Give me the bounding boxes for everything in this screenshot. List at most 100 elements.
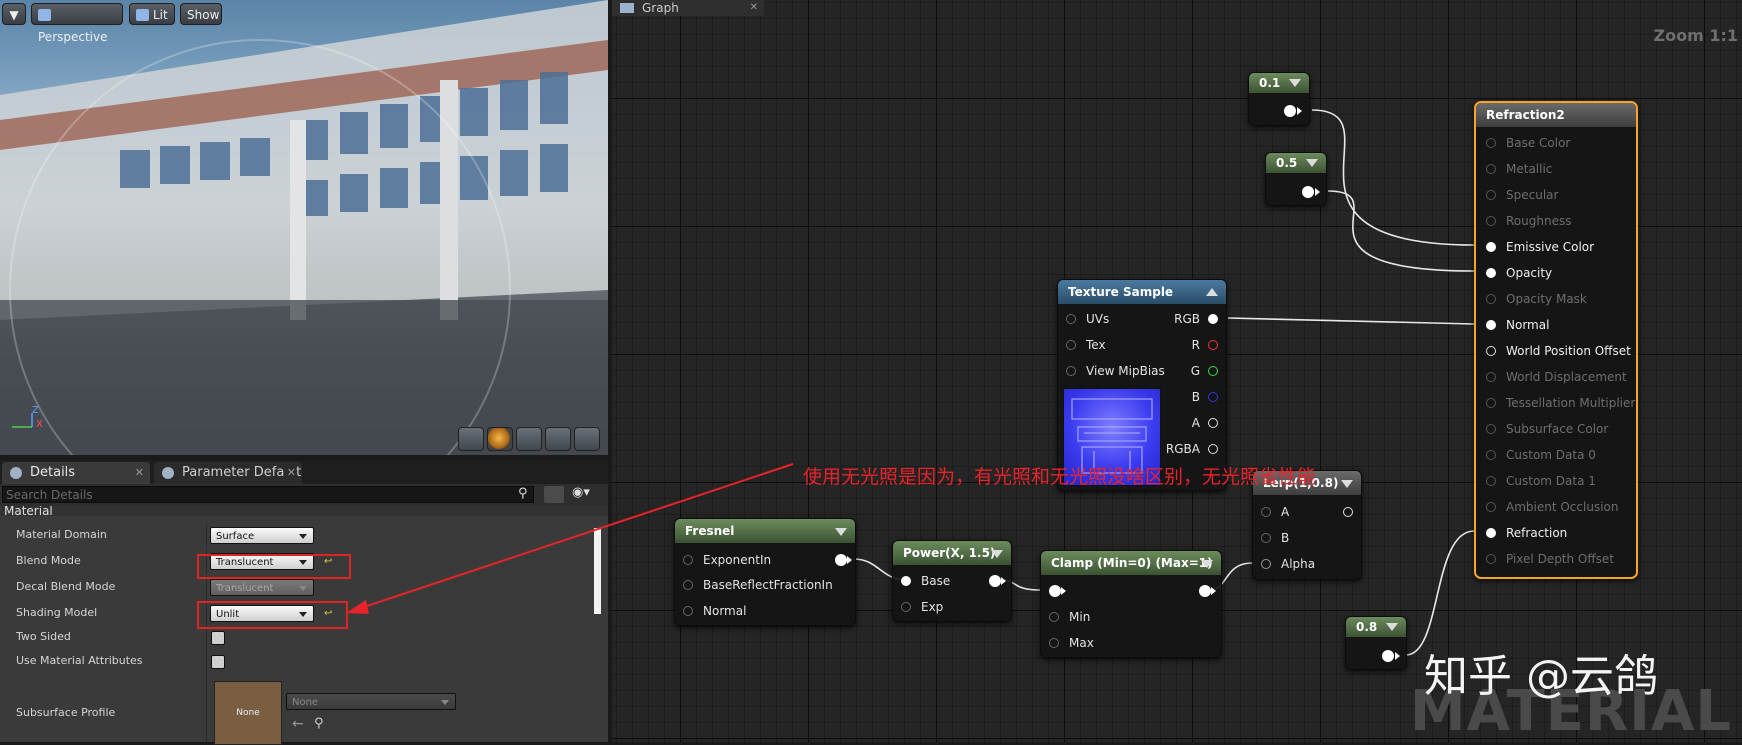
output-arrow-icon xyxy=(1315,188,1320,196)
custom-mesh-preview-icon[interactable] xyxy=(574,427,600,451)
details-scrollbar[interactable] xyxy=(594,528,601,614)
result-pin-custom-data-0[interactable]: Custom Data 0 xyxy=(1486,448,1596,462)
result-pin-opacity-mask[interactable]: Opacity Mask xyxy=(1486,292,1587,306)
constant-node-0-1[interactable]: 0.1 xyxy=(1248,72,1310,126)
output-pin[interactable] xyxy=(1199,585,1211,597)
tab-details[interactable]: Details ✕ xyxy=(2,462,150,484)
details-tabbar: Details ✕ Parameter Defaults ✕ xyxy=(0,460,608,484)
close-icon[interactable]: ✕ xyxy=(283,462,296,484)
category-material[interactable]: Material xyxy=(0,506,608,516)
clamp-node[interactable]: Clamp (Min=0) (Max=1) Min Max xyxy=(1040,550,1222,658)
g-output-pin[interactable]: G xyxy=(1191,364,1218,378)
collapse-icon[interactable] xyxy=(1201,560,1213,568)
result-pin-custom-data-1[interactable]: Custom Data 1 xyxy=(1486,474,1596,488)
lit-button[interactable]: Lit xyxy=(129,3,175,25)
collapse-icon[interactable] xyxy=(1289,79,1301,87)
result-pin-ambient-occlusion[interactable]: Ambient Occlusion xyxy=(1486,500,1618,514)
output-pin[interactable] xyxy=(1382,650,1394,662)
pin-socket xyxy=(1486,372,1496,382)
view-mipbias-input-pin[interactable]: View MipBias xyxy=(1066,364,1165,378)
output-pin[interactable] xyxy=(989,575,1001,587)
fresnel-node[interactable]: Fresnel ExponentIn BaseReflectFractionIn… xyxy=(674,518,856,626)
search-details-input[interactable]: Search Details xyxy=(2,486,534,503)
tab-parameter-defaults[interactable]: Parameter Defaults ✕ xyxy=(154,462,302,484)
result-pin-normal[interactable]: Normal xyxy=(1486,318,1549,332)
subsurface-profile-thumbnail[interactable]: None xyxy=(214,681,282,745)
rgba-output-pin[interactable]: RGBA xyxy=(1166,442,1218,456)
result-pin-pixel-depth-offset[interactable]: Pixel Depth Offset xyxy=(1486,552,1614,566)
visibility-eye-icon[interactable]: ◉▾ xyxy=(572,485,590,500)
plane-preview-icon[interactable] xyxy=(516,427,542,451)
base-input-pin[interactable]: Base xyxy=(901,574,950,588)
result-pin-specular[interactable]: Specular xyxy=(1486,188,1558,202)
material-domain-label: Material Domain xyxy=(16,528,107,541)
result-pin-world-position-offset[interactable]: World Position Offset xyxy=(1486,344,1631,358)
exp-input-pin[interactable]: Exp xyxy=(901,600,943,614)
constant-node-0-5[interactable]: 0.5 xyxy=(1265,152,1327,206)
power-node[interactable]: Power(X, 1.5) Base Exp xyxy=(892,540,1012,622)
output-pin[interactable] xyxy=(1302,186,1314,198)
material-graph[interactable]: Graph ✕ Zoom 1:1 MATERIAL 0.1 0.5 0.8 Tex… xyxy=(612,0,1742,744)
material-domain-combo[interactable]: Surface xyxy=(210,527,314,544)
output-pin[interactable] xyxy=(1284,105,1296,117)
browse-asset-icon[interactable]: ⚲ xyxy=(314,716,324,731)
alpha-input-pin[interactable]: Alpha xyxy=(1261,557,1315,571)
tex-input-pin[interactable]: Tex xyxy=(1066,338,1106,352)
sphere-preview-icon[interactable] xyxy=(487,427,513,451)
cylinder-preview-icon[interactable] xyxy=(458,427,484,451)
result-pin-emissive-color[interactable]: Emissive Color xyxy=(1486,240,1594,254)
two-sided-checkbox[interactable] xyxy=(211,631,225,645)
b-output-pin[interactable]: B xyxy=(1192,390,1218,404)
use-selected-asset-icon[interactable]: ← xyxy=(292,716,304,732)
a-output-pin[interactable]: A xyxy=(1192,416,1218,430)
max-input-pin[interactable]: Max xyxy=(1049,636,1094,650)
viewport-menu-button[interactable]: ▼ xyxy=(2,3,26,25)
fresnel-normal-pin[interactable]: Normal xyxy=(683,604,746,618)
cube-preview-icon[interactable] xyxy=(545,427,571,451)
result-pin-tessellation-multiplier[interactable]: Tessellation Multiplier xyxy=(1486,396,1635,410)
r-output-pin[interactable]: R xyxy=(1192,338,1218,352)
result-pin-subsurface-color[interactable]: Subsurface Color xyxy=(1486,422,1608,436)
exponent-in-pin[interactable]: ExponentIn xyxy=(683,553,771,567)
preview-viewport[interactable]: ▼ Perspective Lit Show Z X xyxy=(0,0,608,455)
uvs-input-pin[interactable]: UVs xyxy=(1066,312,1109,326)
collapse-icon[interactable] xyxy=(835,528,847,536)
pin-socket xyxy=(1486,398,1496,408)
pin-socket xyxy=(1066,366,1076,376)
pin-socket xyxy=(1486,320,1496,330)
rgb-output-pin[interactable]: RGB xyxy=(1174,312,1218,326)
pin-socket xyxy=(1486,528,1496,538)
result-pin-opacity[interactable]: Opacity xyxy=(1486,266,1552,280)
min-input-pin[interactable]: Min xyxy=(1049,610,1090,624)
row-use-material-attributes: Use Material Attributes xyxy=(0,650,600,674)
clamp-input-pin[interactable] xyxy=(1049,585,1061,597)
material-result-node[interactable]: Refraction2 Base Color Metallic Specular Ro… xyxy=(1474,101,1638,579)
texture-sample-node[interactable]: Texture Sample UVs Tex View MipBias RGB … xyxy=(1057,279,1227,491)
result-pin-world-displacement[interactable]: World Displacement xyxy=(1486,370,1627,384)
search-icon[interactable]: ⚲ xyxy=(518,486,528,501)
pin-socket xyxy=(1486,450,1496,460)
pin-socket xyxy=(1049,612,1059,622)
subsurface-profile-combo[interactable]: None xyxy=(286,693,456,710)
constant-node-0-8[interactable]: 0.8 xyxy=(1345,616,1407,670)
b-input-pin[interactable]: B xyxy=(1261,531,1289,545)
use-material-attributes-checkbox[interactable] xyxy=(211,655,225,669)
row-two-sided: Two Sided xyxy=(0,626,600,650)
show-button[interactable]: Show xyxy=(180,3,222,25)
output-pin[interactable] xyxy=(835,554,847,566)
collapse-icon[interactable] xyxy=(1341,480,1353,488)
collapse-icon[interactable] xyxy=(1386,623,1398,631)
collapse-icon[interactable] xyxy=(1306,159,1318,167)
view-options-icon[interactable] xyxy=(544,486,564,503)
base-reflect-fraction-in-pin[interactable]: BaseReflectFractionIn xyxy=(683,578,833,592)
result-pin-metallic[interactable]: Metallic xyxy=(1486,162,1552,176)
collapse-icon[interactable] xyxy=(991,550,1003,558)
result-pin-roughness[interactable]: Roughness xyxy=(1486,214,1571,228)
collapse-icon[interactable] xyxy=(1206,288,1218,296)
close-icon[interactable]: ✕ xyxy=(135,462,144,484)
output-arrow-icon xyxy=(1297,107,1302,115)
result-pin-base-color[interactable]: Base Color xyxy=(1486,136,1570,150)
result-pin-refraction[interactable]: Refraction xyxy=(1486,526,1567,540)
a-input-pin[interactable]: A xyxy=(1261,505,1289,519)
perspective-button[interactable]: Perspective xyxy=(31,3,123,44)
